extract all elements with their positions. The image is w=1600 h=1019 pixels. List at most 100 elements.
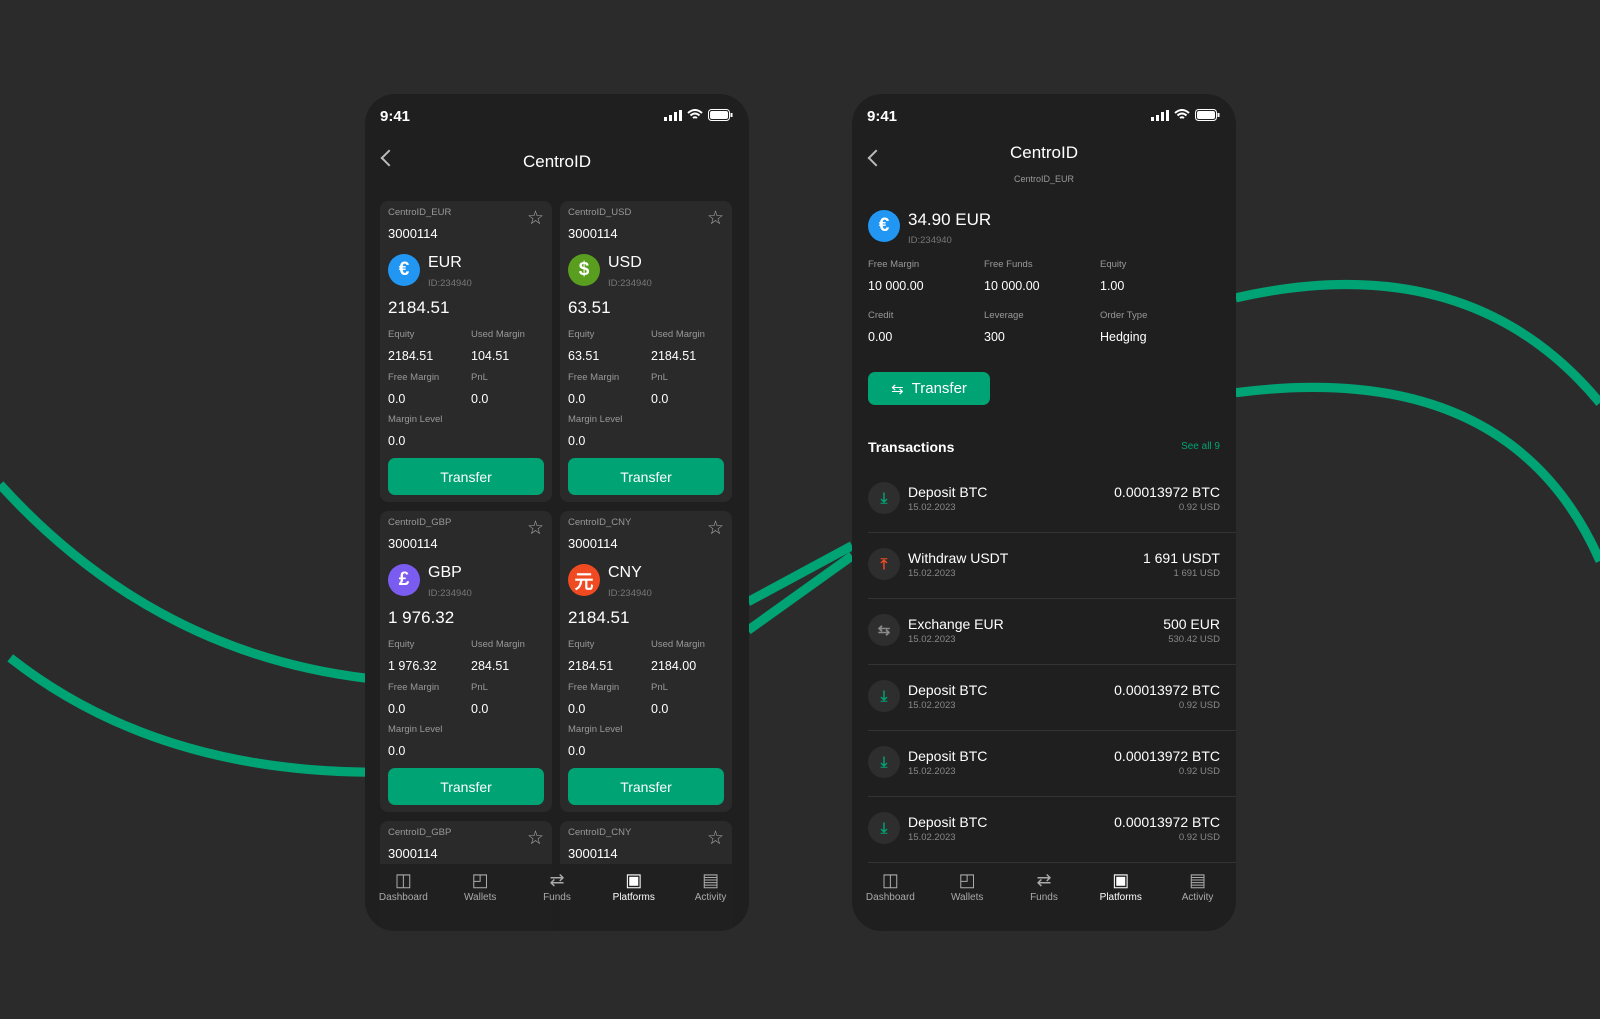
pnl-value: 0.0 xyxy=(651,702,669,716)
account-number: 3000114 xyxy=(568,226,618,241)
account-balance: 34.90 EUR xyxy=(908,210,992,229)
account-card[interactable]: CentroID_USD ☆ 3000114 $ USD ID:234940 63… xyxy=(560,201,732,502)
transaction-name: Withdraw USDT xyxy=(908,550,1009,566)
download-icon: ⤓ xyxy=(868,680,900,712)
exchange-icon: ⇆ xyxy=(868,614,900,646)
account-card[interactable]: CentroID_CNY ☆ 3000114 元 CNY ID:234940 21… xyxy=(560,511,732,812)
transaction-usd: 0.92 USD xyxy=(1178,832,1220,843)
label-pnl: PnL xyxy=(651,372,668,383)
free-margin-value: 0.0 xyxy=(568,392,586,406)
label-free-margin: Free Margin xyxy=(388,682,440,693)
transaction-row[interactable]: ⤓ Deposit BTC 15.02.2023 0.00013972 BTC … xyxy=(868,797,1236,863)
transfer-button[interactable]: ⇆ Transfer xyxy=(868,372,990,405)
currency-code: EUR xyxy=(428,254,462,271)
stat-label: Leverage xyxy=(984,310,1024,321)
see-all-link[interactable]: See all 9 xyxy=(1181,441,1220,452)
free-margin-value: 0.0 xyxy=(568,702,586,716)
label-used-margin: Used Margin xyxy=(471,329,525,340)
nav-funds[interactable]: ⇄ Funds xyxy=(519,864,594,931)
star-icon[interactable]: ☆ xyxy=(707,207,724,230)
label-equity: Equity xyxy=(388,329,415,340)
star-icon[interactable]: ☆ xyxy=(527,517,544,540)
stage: 9:41 CentroID CentroID_EUR ☆ 3000114 € EU… xyxy=(0,0,1600,1019)
pnl-value: 0.0 xyxy=(651,392,669,406)
nav-funds[interactable]: ⇄ Funds xyxy=(1006,864,1081,931)
nav-dashboard[interactable]: ◫ Dashboard xyxy=(853,864,928,931)
star-icon[interactable]: ☆ xyxy=(527,827,544,850)
account-name: CentroID_CNY xyxy=(568,827,632,838)
nav-label: Funds xyxy=(543,892,571,903)
nav-activity[interactable]: ▤ Activity xyxy=(673,864,748,931)
transaction-amount: 500 EUR xyxy=(1163,616,1220,632)
account-number: 3000114 xyxy=(388,536,438,551)
stat-label: Order Type xyxy=(1100,310,1148,321)
transaction-usd: 0.92 USD xyxy=(1178,700,1220,711)
page-subtitle: CentroID_EUR xyxy=(1013,174,1075,184)
star-icon[interactable]: ☆ xyxy=(707,517,724,540)
transaction-row[interactable]: ⇆ Exchange EUR 15.02.2023 500 EUR 530.42… xyxy=(868,599,1236,665)
star-icon[interactable]: ☆ xyxy=(527,207,544,230)
label-margin-level: Margin Level xyxy=(388,414,443,425)
phone-account-detail: 9:41 CentroID CentroID_EUR € 34.90 EUR I… xyxy=(852,94,1236,931)
euro-icon: € xyxy=(868,210,900,242)
arc xyxy=(0,481,368,683)
equity-value: 1 976.32 xyxy=(388,659,437,673)
transaction-row[interactable]: ⤓ Deposit BTC 15.02.2023 0.00013972 BTC … xyxy=(868,665,1236,731)
transaction-date: 15.02.2023 xyxy=(908,766,956,777)
download-icon: ⤓ xyxy=(868,746,900,778)
transaction-name: Deposit BTC xyxy=(908,484,988,500)
star-icon[interactable]: ☆ xyxy=(707,827,724,850)
account-name: CentroID_EUR xyxy=(388,207,452,218)
battery-icon xyxy=(708,109,733,121)
transaction-row[interactable]: ⤓ Deposit BTC 15.02.2023 0.00013972 BTC … xyxy=(868,467,1236,533)
transaction-row[interactable]: ⤒ Withdraw USDT 15.02.2023 1 691 USDT 1 … xyxy=(868,533,1236,599)
nav-label: Wallets xyxy=(950,892,984,903)
dashboard-icon: ◫ xyxy=(881,870,899,890)
transaction-date: 15.02.2023 xyxy=(908,832,956,843)
label-equity: Equity xyxy=(568,329,595,340)
balance: 2184.51 xyxy=(568,608,630,627)
used-margin-value: 2184.51 xyxy=(651,349,697,363)
stat-value: Hedging xyxy=(1100,330,1147,344)
currency-code: CNY xyxy=(608,564,642,581)
label-equity: Equity xyxy=(388,639,415,650)
margin-level-value: 0.0 xyxy=(568,434,586,448)
transaction-amount: 0.00013972 BTC xyxy=(1114,682,1220,698)
nav-wallets[interactable]: ◰ Wallets xyxy=(930,864,1005,931)
margin-level-value: 0.0 xyxy=(568,744,586,758)
transaction-name: Exchange EUR xyxy=(908,616,1004,632)
bottom-nav: ◫ Dashboard ◰ Wallets ⇄ Funds ▣ Platforms ▤ Activ… xyxy=(365,864,749,931)
transfer-button[interactable]: Transfer xyxy=(568,768,724,805)
transaction-date: 15.02.2023 xyxy=(908,502,956,513)
account-number: 3000114 xyxy=(568,536,618,551)
label-used-margin: Used Margin xyxy=(651,329,705,340)
label-free-margin: Free Margin xyxy=(568,372,620,383)
nav-wallets[interactable]: ◰ Wallets xyxy=(443,864,518,931)
label-pnl: PnL xyxy=(651,682,668,693)
wifi-icon xyxy=(687,109,703,119)
account-name: CentroID_USD xyxy=(568,207,632,218)
transfer-button[interactable]: Transfer xyxy=(388,458,544,495)
label-used-margin: Used Margin xyxy=(471,639,525,650)
transaction-date: 15.02.2023 xyxy=(908,568,956,579)
download-icon: ⤓ xyxy=(868,812,900,844)
stat-label: Equity xyxy=(1100,259,1127,270)
upload-icon: ⤒ xyxy=(868,548,900,580)
used-margin-value: 284.51 xyxy=(471,659,510,673)
used-margin-value: 2184.00 xyxy=(651,659,697,673)
account-card[interactable]: CentroID_EUR ☆ 3000114 € EUR ID:234940 21… xyxy=(380,201,552,502)
transaction-row[interactable]: ⤓ Deposit BTC 15.02.2023 0.00013972 BTC … xyxy=(868,731,1236,797)
nav-platforms[interactable]: ▣ Platforms xyxy=(1083,864,1158,931)
balance: 63.51 xyxy=(568,298,611,317)
transfer-button[interactable]: Transfer xyxy=(388,768,544,805)
stat-label: Free Margin xyxy=(868,259,920,270)
label-margin-level: Margin Level xyxy=(568,414,623,425)
transfer-button[interactable]: Transfer xyxy=(568,458,724,495)
account-card[interactable]: CentroID_GBP ☆ 3000114 £ GBP ID:234940 1 … xyxy=(380,511,552,812)
transaction-amount: 0.00013972 BTC xyxy=(1114,484,1220,500)
nav-platforms[interactable]: ▣ Platforms xyxy=(596,864,671,931)
equity-value: 2184.51 xyxy=(388,349,434,363)
nav-dashboard[interactable]: ◫ Dashboard xyxy=(366,864,441,931)
nav-activity[interactable]: ▤ Activity xyxy=(1160,864,1235,931)
status-time: 9:41 xyxy=(380,108,411,125)
